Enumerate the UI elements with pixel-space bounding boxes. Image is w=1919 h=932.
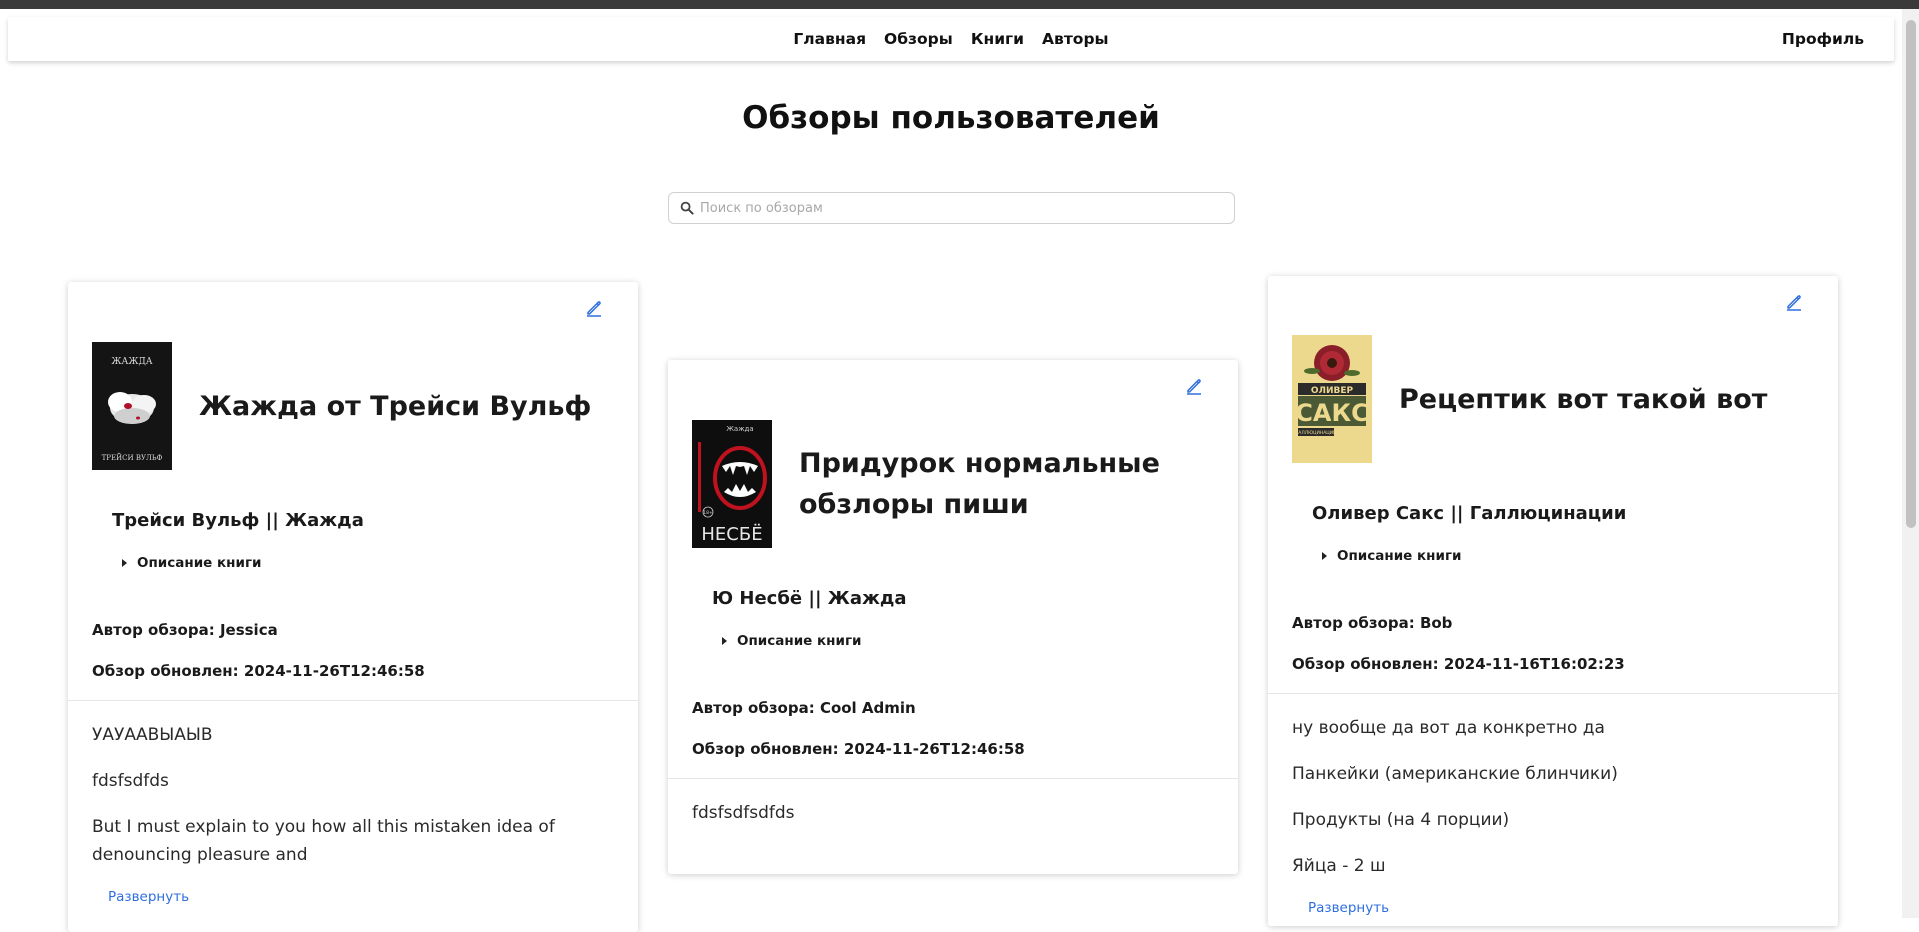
book-cover-image: ЖАЖДА ТРЕЙСИ ВУЛЬФ (92, 342, 172, 470)
review-title: Придурок нормальные обзлоры пиши (799, 448, 1160, 520)
card-header: Жажда 18+ НЕСБЁ Придурок нормальные обзл… (668, 420, 1238, 548)
book-description-toggle[interactable]: Описание книги (68, 555, 638, 571)
search-icon (680, 201, 694, 215)
book-cover-image: ОЛИВЕР САКС ГАЛЛЮЦИНАЦИИ (1292, 335, 1372, 463)
disclosure-triangle-icon (122, 559, 127, 567)
book-description-label: Описание книги (137, 555, 262, 571)
review-card: ОЛИВЕР САКС ГАЛЛЮЦИНАЦИИ Рецептик вот та… (1268, 276, 1838, 926)
svg-text:ЖАЖДА: ЖАЖДА (111, 357, 152, 367)
nav-links: Главная Обзоры Книги Авторы (8, 17, 1894, 61)
disclosure-triangle-icon (722, 637, 727, 645)
expand-link[interactable]: Развернуть (68, 889, 638, 905)
review-text-paragraph: fdsfsdfds (92, 771, 169, 791)
review-text-paragraph: УАУААВЫАЫВ (92, 725, 213, 745)
review-updated: Обзор обновлен: 2024-11-26T12:46:58 (92, 662, 425, 680)
scrollbar-thumb[interactable] (1906, 20, 1916, 528)
book-author-title: Ю Несбё || Жажда (712, 588, 907, 609)
review-text-paragraph: fdsfsdfsdfds (692, 803, 795, 823)
expand-link[interactable]: Развернуть (1268, 900, 1838, 916)
edit-icon[interactable] (1184, 376, 1204, 396)
book-description-toggle[interactable]: Описание книги (1268, 548, 1838, 564)
book-description-label: Описание книги (737, 633, 862, 649)
review-author: Автор обзора: Bob (1292, 614, 1453, 632)
review-card: Жажда 18+ НЕСБЁ Придурок нормальные обзл… (668, 360, 1238, 874)
review-text-paragraph: But I must explain to you how all this m… (92, 817, 555, 865)
edit-icon[interactable] (1784, 292, 1804, 312)
top-navbar: Главная Обзоры Книги Авторы Профиль (8, 17, 1894, 61)
review-author: Автор обзора: Jessica (92, 621, 278, 639)
nav-link-home[interactable]: Главная (793, 30, 866, 48)
card-header: ЖАЖДА ТРЕЙСИ ВУЛЬФ Жажда от Трейси Вульф (68, 342, 638, 470)
review-card: ЖАЖДА ТРЕЙСИ ВУЛЬФ Жажда от Трейси Вульф… (68, 282, 638, 932)
book-description-toggle[interactable]: Описание книги (668, 633, 1238, 649)
review-text-paragraph: ну вообще да вот да конкретно да (1292, 718, 1605, 738)
page-title: Обзоры пользователей (742, 100, 1160, 136)
search-box[interactable] (668, 192, 1235, 224)
review-text-paragraph: Панкейки (американские блинчики) (1292, 764, 1618, 784)
review-updated: Обзор обновлен: 2024-11-26T12:46:58 (692, 740, 1025, 758)
browser-top-strip (0, 0, 1919, 9)
book-cover-image: Жажда 18+ НЕСБЁ (692, 420, 772, 548)
svg-text:ГАЛЛЮЦИНАЦИИ: ГАЛЛЮЦИНАЦИИ (1296, 430, 1337, 436)
nav-link-profile[interactable]: Профиль (1782, 17, 1864, 61)
card-header: ОЛИВЕР САКС ГАЛЛЮЦИНАЦИИ Рецептик вот та… (1268, 335, 1838, 463)
svg-text:САКС: САКС (1295, 399, 1368, 427)
disclosure-triangle-icon (1322, 552, 1327, 560)
nav-link-authors[interactable]: Авторы (1042, 30, 1109, 48)
review-text-paragraph: Яйца - 2 ш (1292, 856, 1386, 876)
svg-text:Жажда: Жажда (726, 425, 753, 433)
svg-text:НЕСБЁ: НЕСБЁ (701, 524, 762, 545)
nav-link-books[interactable]: Книги (971, 30, 1024, 48)
review-title: Жажда от Трейси Вульф (199, 390, 592, 422)
svg-text:ОЛИВЕР: ОЛИВЕР (1311, 386, 1354, 396)
review-text-paragraph: Продукты (на 4 порции) (1292, 810, 1510, 830)
book-author-title: Трейси Вульф || Жажда (112, 510, 364, 531)
nav-link-reviews[interactable]: Обзоры (884, 30, 953, 48)
review-author: Автор обзора: Cool Admin (692, 699, 916, 717)
search-input[interactable] (700, 200, 1234, 216)
book-author-title: Оливер Сакс || Галлюцинации (1312, 503, 1627, 524)
review-updated: Обзор обновлен: 2024-11-16T16:02:23 (1292, 655, 1625, 673)
review-title: Рецептик вот такой вот (1399, 383, 1768, 415)
edit-icon[interactable] (584, 298, 604, 318)
book-description-label: Описание книги (1337, 548, 1462, 564)
svg-text:ТРЕЙСИ ВУЛЬФ: ТРЕЙСИ ВУЛЬФ (102, 453, 163, 462)
svg-text:18+: 18+ (703, 510, 713, 516)
